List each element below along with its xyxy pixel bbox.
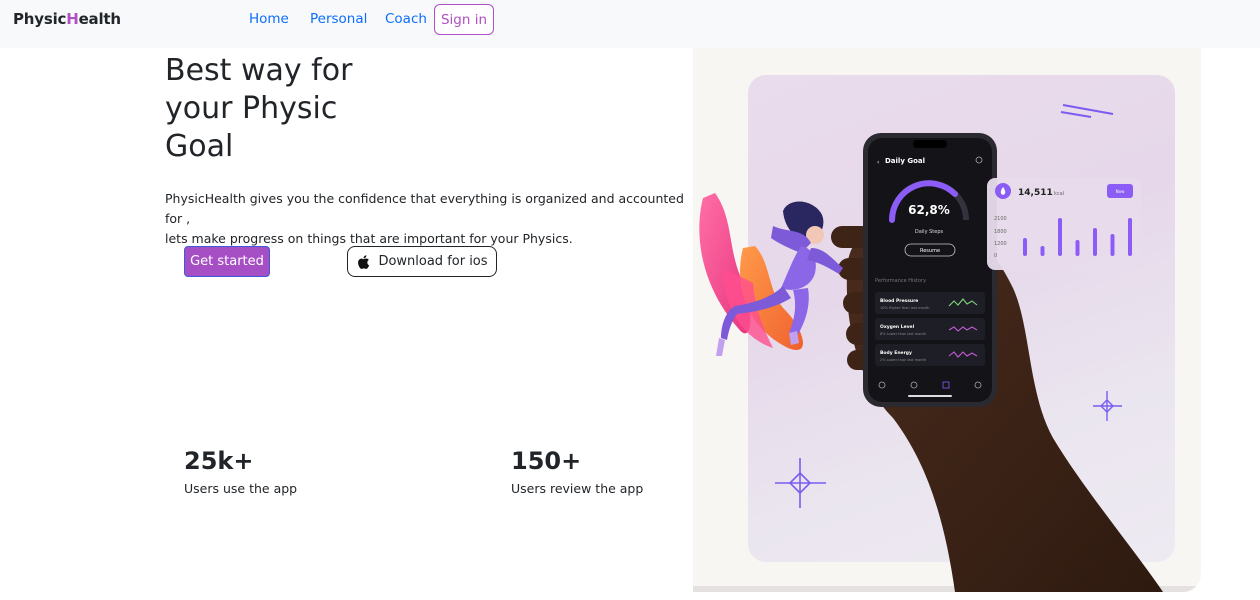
hero-illustration: ‹ Daily Goal 62,8% Daily Steps Resume Pe…: [693, 48, 1201, 592]
hero-title-line-3: Goal: [165, 129, 234, 164]
nav-link-home[interactable]: Home: [249, 11, 289, 27]
hero-title-line-1: Best way for: [165, 53, 353, 88]
phone-percent: 62,8%: [908, 203, 950, 217]
row-3-note: 2% Lower than last month: [880, 358, 926, 362]
kcal-bar: [1058, 218, 1062, 256]
sparkle-icon: [1093, 391, 1122, 421]
nav-link-personal[interactable]: Personal: [310, 11, 367, 27]
kcal-bar: [1110, 234, 1115, 256]
download-ios-label: Download for ios: [378, 254, 488, 269]
y-tick: 0: [994, 253, 997, 259]
row-2-note: 8% Lower than last month: [880, 332, 926, 336]
kcal-bar: [1040, 246, 1045, 256]
row-3-name: Body Energy: [880, 350, 912, 356]
deco-line: [1060, 111, 1092, 118]
stat-users: 25k+ Users use the app: [184, 447, 297, 496]
stat-reviews: 150+ Users review the app: [511, 447, 643, 496]
kcal-value: 14,511: [1018, 188, 1053, 198]
download-ios-button[interactable]: Download for ios: [347, 246, 497, 277]
history-title: Performance History: [875, 278, 926, 284]
kcal-bar: [1093, 228, 1097, 256]
kcal-card: 14,511 kcal Now 2100 1800 1200 0: [987, 178, 1141, 270]
brand-logo[interactable]: PhysicHealth: [13, 10, 121, 28]
sparkle-icon: [775, 458, 826, 508]
hero-title: Best way for your Physic Goal: [165, 52, 385, 166]
row-1-name: Blood Pressure: [880, 298, 918, 304]
y-tick: 1800: [994, 229, 1007, 235]
resume-label: Resume: [920, 248, 940, 254]
hero-desc-line-1: PhysicHealth gives you the confidence th…: [165, 191, 684, 226]
now-label: Now: [1116, 189, 1125, 194]
phone-title: Daily Goal: [885, 157, 925, 165]
row-2-name: Oxygen Level: [880, 324, 915, 330]
svg-text:‹: ‹: [877, 159, 879, 166]
brand-accent-letter: H: [66, 10, 79, 28]
hero-title-line-2: your Physic: [165, 91, 338, 126]
hero-desc-line-2: lets make progress on things that are im…: [165, 231, 573, 246]
stat-users-value: 25k+: [184, 447, 254, 475]
y-tick: 2100: [994, 216, 1007, 222]
brand-text-1: Physic: [13, 10, 67, 28]
get-started-button[interactable]: Get started: [184, 246, 270, 277]
stat-reviews-value: 150+: [511, 447, 582, 475]
navbar: PhysicHealth Home Personal Coach Sign in: [0, 0, 1260, 48]
brand-text-2: ealth: [78, 10, 121, 28]
signin-button[interactable]: Sign in: [434, 4, 494, 35]
row-1-note: 10% Higher than last month: [880, 306, 930, 310]
phone-mockup: ‹ Daily Goal 62,8% Daily Steps Resume Pe…: [863, 133, 997, 407]
phone-subtitle: Daily Steps: [915, 229, 944, 235]
nav-link-coach[interactable]: Coach: [385, 11, 427, 27]
apple-icon: [358, 254, 370, 269]
stat-reviews-label: Users review the app: [511, 481, 644, 496]
kcal-bar: [1023, 238, 1027, 256]
hero-description: PhysicHealth gives you the confidence th…: [165, 189, 685, 249]
kcal-bar: [1128, 218, 1132, 256]
kcal-unit: kcal: [1054, 191, 1064, 197]
illustration-art: ‹ Daily Goal 62,8% Daily Steps Resume Pe…: [699, 104, 1163, 592]
stat-users-label: Users use the app: [184, 481, 298, 496]
y-tick: 1200: [994, 241, 1007, 247]
kcal-bar: [1075, 240, 1080, 256]
